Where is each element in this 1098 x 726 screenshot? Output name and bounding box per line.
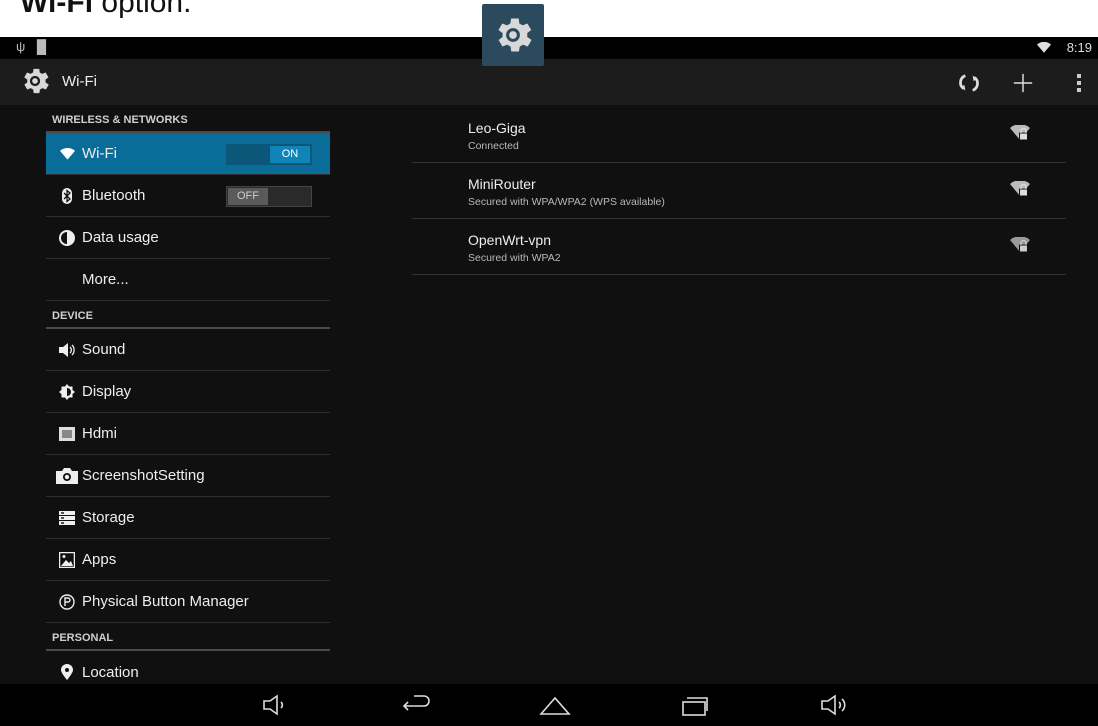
sidebar-item-label: Physical Button Manager [82,593,249,610]
settings-app-icon[interactable] [18,64,52,103]
toggle-state: ON [270,146,310,163]
network-summary: Connected [468,140,519,152]
clock: 8:19 [1066,40,1092,55]
storage-icon [54,510,80,525]
add-network-icon[interactable] [1008,69,1038,97]
bluetooth-icon [54,187,80,204]
sidebar-item-label: Data usage [82,229,159,246]
apps-icon [54,551,80,568]
sidebar-item-label: Hdmi [82,425,118,442]
sidebar-item-apps[interactable]: Apps [46,539,330,581]
back-icon[interactable] [400,693,432,717]
wifi-lock-icon [1010,236,1030,258]
status-bar: ψ █ 8:19 [0,37,1098,59]
sidebar-item-label: Storage [82,509,135,526]
network-ssid: OpenWrt-vpn [468,232,551,248]
network-item[interactable]: Leo-Giga Connected [412,107,1066,163]
sidebar-item-more[interactable]: More... [46,259,330,301]
wps-icon[interactable] [954,69,984,97]
wifi-network-list: Leo-Giga Connected MiniRouter Secured wi… [412,107,1066,275]
status-right: 8:19 [1037,40,1092,55]
page-title: Wi-Fi [62,73,97,90]
settings-sidebar: WIRELESS & NETWORKS Wi-Fi ON Bluetooth O… [46,105,330,695]
sidebar-item-storage[interactable]: Storage [46,497,330,539]
document-caption: Wi-Fi option. [20,0,192,19]
sidebar-item-wifi[interactable]: Wi-Fi ON [46,133,330,175]
recents-icon[interactable] [680,693,710,717]
overflow-menu-icon[interactable] [1064,69,1094,97]
settings-gear-icon [482,4,544,66]
wifi-toggle[interactable]: ON [226,144,312,165]
sidebar-item-sound[interactable]: Sound [46,329,330,371]
wifi-lock-icon [1010,180,1030,202]
network-summary: Secured with WPA2 [468,252,561,264]
network-ssid: MiniRouter [468,176,536,192]
section-header: PERSONAL [46,623,330,651]
network-ssid: Leo-Giga [468,120,526,136]
sidebar-item-label: ScreenshotSetting [82,467,205,484]
sidebar-item-hdmi[interactable]: Hdmi [46,413,330,455]
navigation-bar [0,684,1098,726]
home-icon[interactable] [538,693,572,717]
sidebar-item-display[interactable]: Display [46,371,330,413]
location-icon [54,664,80,680]
sidebar-item-label: More... [82,271,129,288]
volume-down-icon[interactable] [262,693,290,717]
wifi-icon [54,147,80,160]
camera-icon [54,467,80,484]
toggle-state: OFF [228,188,268,205]
sidebar-item-label: Apps [82,551,117,568]
sidebar-item-data-usage[interactable]: Data usage [46,217,330,259]
display-icon [54,383,80,400]
physical-button-icon [54,593,80,610]
bluetooth-toggle[interactable]: OFF [226,186,312,207]
section-header: WIRELESS & NETWORKS [46,105,330,133]
action-bar: Wi-Fi [0,59,1098,105]
section-header: DEVICE [46,301,330,329]
network-summary: Secured with WPA/WPA2 (WPS available) [468,196,665,208]
data-usage-icon [54,229,80,246]
sidebar-item-screenshot-setting[interactable]: ScreenshotSetting [46,455,330,497]
usb-icon: ψ [16,39,26,54]
sidebar-item-label: Wi-Fi [82,145,117,162]
wifi-status-icon [1037,41,1052,53]
android-screen: ψ █ 8:19 Wi-Fi WIRELESS & NETWORKS Wi-Fi… [0,37,1098,726]
network-item[interactable]: OpenWrt-vpn Secured with WPA2 [412,219,1066,275]
sidebar-item-label: Bluetooth [82,187,146,204]
network-item[interactable]: MiniRouter Secured with WPA/WPA2 (WPS av… [412,163,1066,219]
sound-icon [54,342,80,358]
sidebar-item-label: Location [82,663,139,681]
sidebar-item-label: Sound [82,341,126,358]
volume-up-icon[interactable] [820,693,850,717]
status-left: ψ █ [16,39,46,54]
wifi-lock-icon [1010,124,1030,146]
sidebar-item-bluetooth[interactable]: Bluetooth OFF [46,175,330,217]
hdmi-icon [54,426,80,441]
sidebar-item-label: Display [82,383,132,400]
sd-card-icon: █ [36,39,47,54]
sidebar-item-physical-button-manager[interactable]: Physical Button Manager [46,581,330,623]
